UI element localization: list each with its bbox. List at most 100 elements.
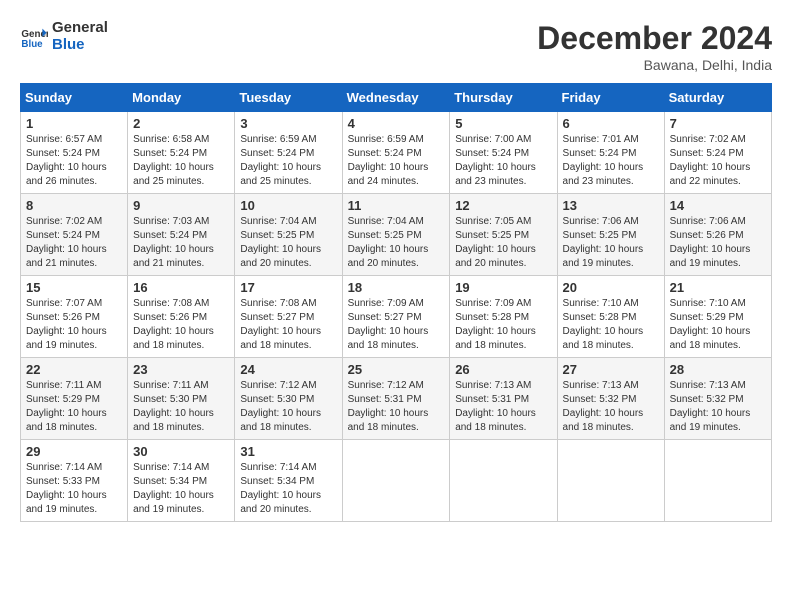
location: Bawana, Delhi, India: [537, 57, 772, 73]
col-tuesday: Tuesday: [235, 84, 342, 112]
calendar-row: 1 Sunrise: 6:57 AMSunset: 5:24 PMDaylight…: [21, 112, 772, 194]
day-number: 10: [240, 198, 336, 213]
day-number: 12: [455, 198, 551, 213]
day-info: Sunrise: 7:10 AMSunset: 5:29 PMDaylight:…: [670, 297, 766, 353]
table-row: 28Sunrise: 7:13 AMSunset: 5:32 PMDayligh…: [664, 358, 771, 440]
table-row: 4 Sunrise: 6:59 AMSunset: 5:24 PMDaylight…: [342, 112, 450, 194]
day-number: 2: [133, 116, 229, 131]
day-info: Sunrise: 7:14 AMSunset: 5:34 PMDaylight:…: [133, 461, 229, 517]
day-info: Sunrise: 7:10 AMSunset: 5:28 PMDaylight:…: [563, 297, 659, 353]
day-info: Sunrise: 7:05 AMSunset: 5:25 PMDaylight:…: [455, 215, 551, 271]
day-number: 16: [133, 280, 229, 295]
day-number: 11: [348, 198, 445, 213]
table-row: 12 Sunrise: 7:05 AMSunset: 5:25 PMDayligh…: [450, 194, 557, 276]
table-row: 6 Sunrise: 7:01 AMSunset: 5:24 PMDaylight…: [557, 112, 664, 194]
table-row: 7 Sunrise: 7:02 AMSunset: 5:24 PMDaylight…: [664, 112, 771, 194]
day-number: 28: [670, 362, 766, 377]
table-row: [557, 440, 664, 522]
table-row: 21 Sunrise: 7:10 AMSunset: 5:29 PMDayligh…: [664, 276, 771, 358]
page-header: General Blue General Blue December 2024 …: [20, 20, 772, 73]
table-row: 1 Sunrise: 6:57 AMSunset: 5:24 PMDaylight…: [21, 112, 128, 194]
day-info: Sunrise: 6:58 AMSunset: 5:24 PMDaylight:…: [133, 133, 229, 189]
day-info: Sunrise: 7:13 AMSunset: 5:32 PMDaylight:…: [563, 379, 659, 435]
logo-text-line1: General: [52, 20, 108, 37]
logo-text-line2: Blue: [52, 37, 108, 54]
day-number: 23: [133, 362, 229, 377]
day-info: Sunrise: 7:11 AMSunset: 5:29 PMDaylight:…: [26, 379, 122, 435]
table-row: 14Sunrise: 7:06 AMSunset: 5:26 PMDayligh…: [664, 194, 771, 276]
calendar: Sunday Monday Tuesday Wednesday Thursday…: [20, 83, 772, 522]
day-info: Sunrise: 6:59 AMSunset: 5:24 PMDaylight:…: [240, 133, 336, 189]
day-info: Sunrise: 7:04 AMSunset: 5:25 PMDaylight:…: [240, 215, 336, 271]
title-block: December 2024 Bawana, Delhi, India: [537, 20, 772, 73]
table-row: 26Sunrise: 7:13 AMSunset: 5:31 PMDayligh…: [450, 358, 557, 440]
day-info: Sunrise: 7:02 AMSunset: 5:24 PMDaylight:…: [670, 133, 766, 189]
day-info: Sunrise: 7:12 AMSunset: 5:31 PMDaylight:…: [348, 379, 445, 435]
table-row: 16 Sunrise: 7:08 AMSunset: 5:26 PMDayligh…: [128, 276, 235, 358]
day-info: Sunrise: 7:08 AMSunset: 5:26 PMDaylight:…: [133, 297, 229, 353]
table-row: 13Sunrise: 7:06 AMSunset: 5:25 PMDayligh…: [557, 194, 664, 276]
day-number: 30: [133, 444, 229, 459]
day-number: 13: [563, 198, 659, 213]
day-info: Sunrise: 6:59 AMSunset: 5:24 PMDaylight:…: [348, 133, 445, 189]
day-number: 8: [26, 198, 122, 213]
col-monday: Monday: [128, 84, 235, 112]
table-row: 18 Sunrise: 7:09 AMSunset: 5:27 PMDayligh…: [342, 276, 450, 358]
day-number: 9: [133, 198, 229, 213]
day-number: 24: [240, 362, 336, 377]
table-row: [342, 440, 450, 522]
day-number: 4: [348, 116, 445, 131]
day-number: 6: [563, 116, 659, 131]
day-number: 1: [26, 116, 122, 131]
table-row: 15 Sunrise: 7:07 AMSunset: 5:26 PMDayligh…: [21, 276, 128, 358]
table-row: 19Sunrise: 7:09 AMSunset: 5:28 PMDayligh…: [450, 276, 557, 358]
day-info: Sunrise: 7:04 AMSunset: 5:25 PMDaylight:…: [348, 215, 445, 271]
day-info: Sunrise: 7:11 AMSunset: 5:30 PMDaylight:…: [133, 379, 229, 435]
table-row: [450, 440, 557, 522]
day-number: 20: [563, 280, 659, 295]
header-row: Sunday Monday Tuesday Wednesday Thursday…: [21, 84, 772, 112]
table-row: 24 Sunrise: 7:12 AMSunset: 5:30 PMDayligh…: [235, 358, 342, 440]
table-row: 31 Sunrise: 7:14 AMSunset: 5:34 PMDayligh…: [235, 440, 342, 522]
day-number: 17: [240, 280, 336, 295]
table-row: 17 Sunrise: 7:08 AMSunset: 5:27 PMDayligh…: [235, 276, 342, 358]
day-number: 21: [670, 280, 766, 295]
col-thursday: Thursday: [450, 84, 557, 112]
day-number: 5: [455, 116, 551, 131]
day-info: Sunrise: 7:14 AMSunset: 5:33 PMDaylight:…: [26, 461, 122, 517]
table-row: 2 Sunrise: 6:58 AMSunset: 5:24 PMDaylight…: [128, 112, 235, 194]
day-number: 15: [26, 280, 122, 295]
day-number: 25: [348, 362, 445, 377]
table-row: 25 Sunrise: 7:12 AMSunset: 5:31 PMDayligh…: [342, 358, 450, 440]
day-info: Sunrise: 7:07 AMSunset: 5:26 PMDaylight:…: [26, 297, 122, 353]
col-saturday: Saturday: [664, 84, 771, 112]
calendar-row: 8Sunrise: 7:02 AMSunset: 5:24 PMDaylight…: [21, 194, 772, 276]
day-number: 14: [670, 198, 766, 213]
col-sunday: Sunday: [21, 84, 128, 112]
table-row: [664, 440, 771, 522]
day-number: 22: [26, 362, 122, 377]
table-row: 22 Sunrise: 7:11 AMSunset: 5:29 PMDayligh…: [21, 358, 128, 440]
table-row: 3Sunrise: 6:59 AMSunset: 5:24 PMDaylight…: [235, 112, 342, 194]
month-title: December 2024: [537, 20, 772, 57]
day-info: Sunrise: 6:57 AMSunset: 5:24 PMDaylight:…: [26, 133, 122, 189]
day-info: Sunrise: 7:09 AMSunset: 5:27 PMDaylight:…: [348, 297, 445, 353]
table-row: 27Sunrise: 7:13 AMSunset: 5:32 PMDayligh…: [557, 358, 664, 440]
day-info: Sunrise: 7:12 AMSunset: 5:30 PMDaylight:…: [240, 379, 336, 435]
day-info: Sunrise: 7:00 AMSunset: 5:24 PMDaylight:…: [455, 133, 551, 189]
table-row: 29Sunrise: 7:14 AMSunset: 5:33 PMDayligh…: [21, 440, 128, 522]
day-number: 31: [240, 444, 336, 459]
day-info: Sunrise: 7:08 AMSunset: 5:27 PMDaylight:…: [240, 297, 336, 353]
table-row: 9 Sunrise: 7:03 AMSunset: 5:24 PMDaylight…: [128, 194, 235, 276]
day-number: 7: [670, 116, 766, 131]
day-info: Sunrise: 7:03 AMSunset: 5:24 PMDaylight:…: [133, 215, 229, 271]
table-row: 8Sunrise: 7:02 AMSunset: 5:24 PMDaylight…: [21, 194, 128, 276]
day-info: Sunrise: 7:14 AMSunset: 5:34 PMDaylight:…: [240, 461, 336, 517]
table-row: 11 Sunrise: 7:04 AMSunset: 5:25 PMDayligh…: [342, 194, 450, 276]
day-info: Sunrise: 7:09 AMSunset: 5:28 PMDaylight:…: [455, 297, 551, 353]
day-number: 26: [455, 362, 551, 377]
day-number: 18: [348, 280, 445, 295]
table-row: 10 Sunrise: 7:04 AMSunset: 5:25 PMDayligh…: [235, 194, 342, 276]
day-info: Sunrise: 7:01 AMSunset: 5:24 PMDaylight:…: [563, 133, 659, 189]
col-friday: Friday: [557, 84, 664, 112]
